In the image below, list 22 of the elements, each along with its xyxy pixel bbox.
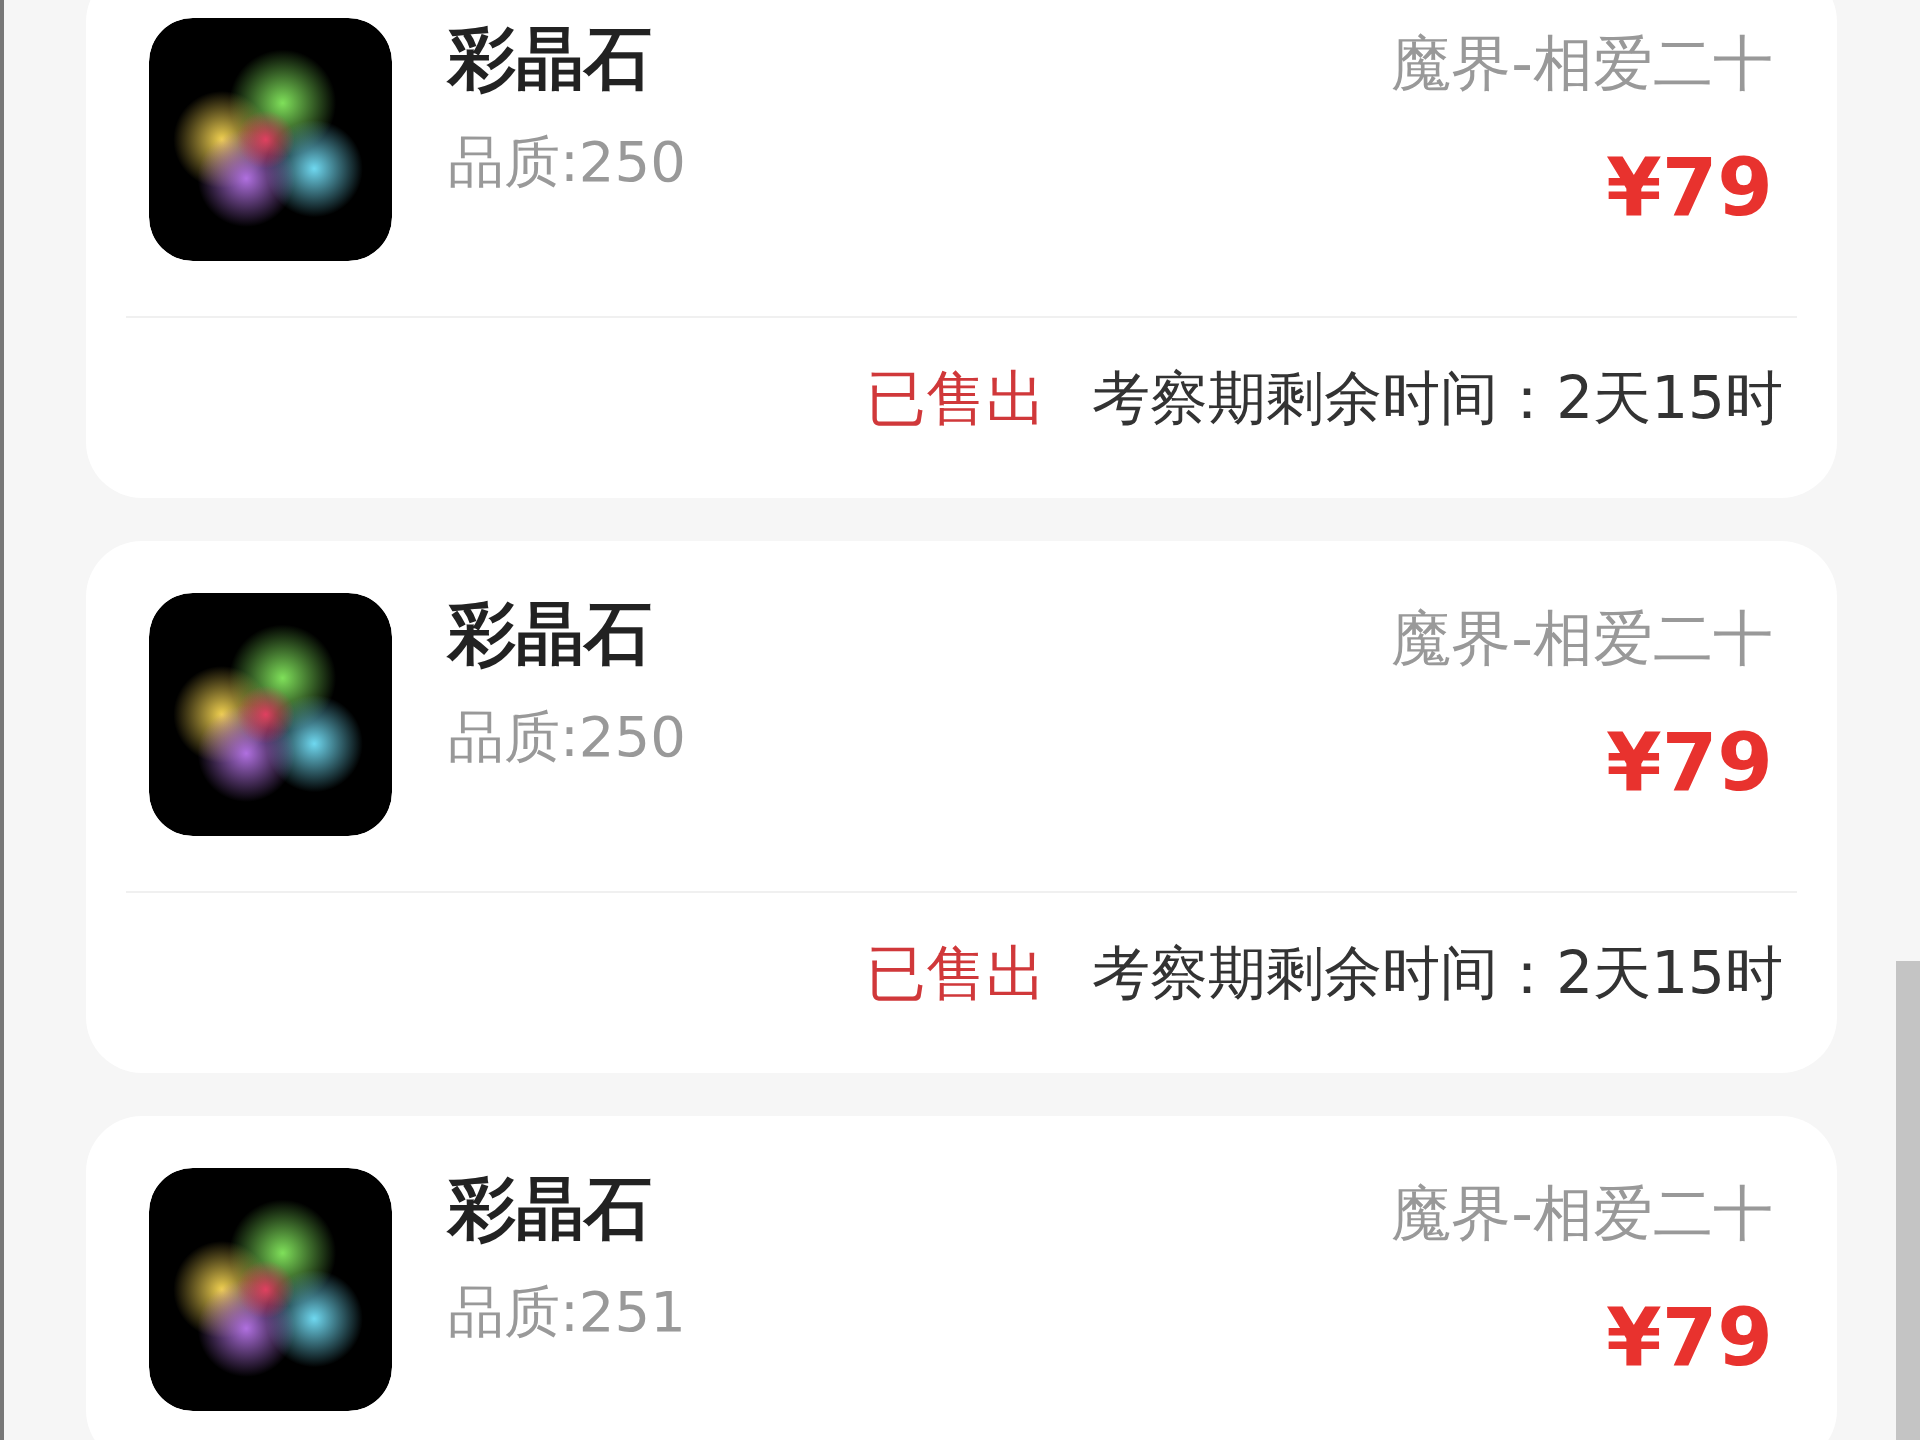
sold-status: 已售出	[866, 361, 1047, 435]
item-quality: 品质:250	[448, 127, 687, 196]
gem-cluster-icon	[149, 593, 392, 836]
order-card[interactable]: 彩晶石 品质:250 魔界-相爱二十 ¥79 已售出 考察期剩余时间：2天15时	[86, 541, 1837, 1073]
gem-cluster-icon	[149, 18, 392, 261]
item-price: ¥79	[1606, 716, 1773, 809]
item-name: 彩晶石	[448, 1172, 653, 1247]
item-quality: 品质:250	[448, 702, 687, 771]
remaining-time: 考察期剩余时间：2天15时	[1092, 938, 1783, 1009]
item-quality: 品质:251	[448, 1277, 687, 1346]
remaining-time: 考察期剩余时间：2天15时	[1092, 363, 1783, 434]
item-name: 彩晶石	[448, 22, 653, 97]
server-name: 魔界-相爱二十	[1391, 27, 1773, 100]
order-card[interactable]: 彩晶石 品质:251 魔界-相爱二十 ¥79	[86, 1116, 1837, 1440]
item-price: ¥79	[1606, 141, 1773, 234]
server-name: 魔界-相爱二十	[1391, 1177, 1773, 1250]
sold-status: 已售出	[866, 936, 1047, 1010]
item-name: 彩晶石	[448, 597, 653, 672]
server-name: 魔界-相爱二十	[1391, 602, 1773, 675]
gem-cluster-icon	[149, 1168, 392, 1411]
item-price: ¥79	[1606, 1291, 1773, 1384]
order-card[interactable]: 彩晶石 品质:250 魔界-相爱二十 ¥79 已售出 考察期剩余时间：2天15时	[86, 0, 1837, 498]
